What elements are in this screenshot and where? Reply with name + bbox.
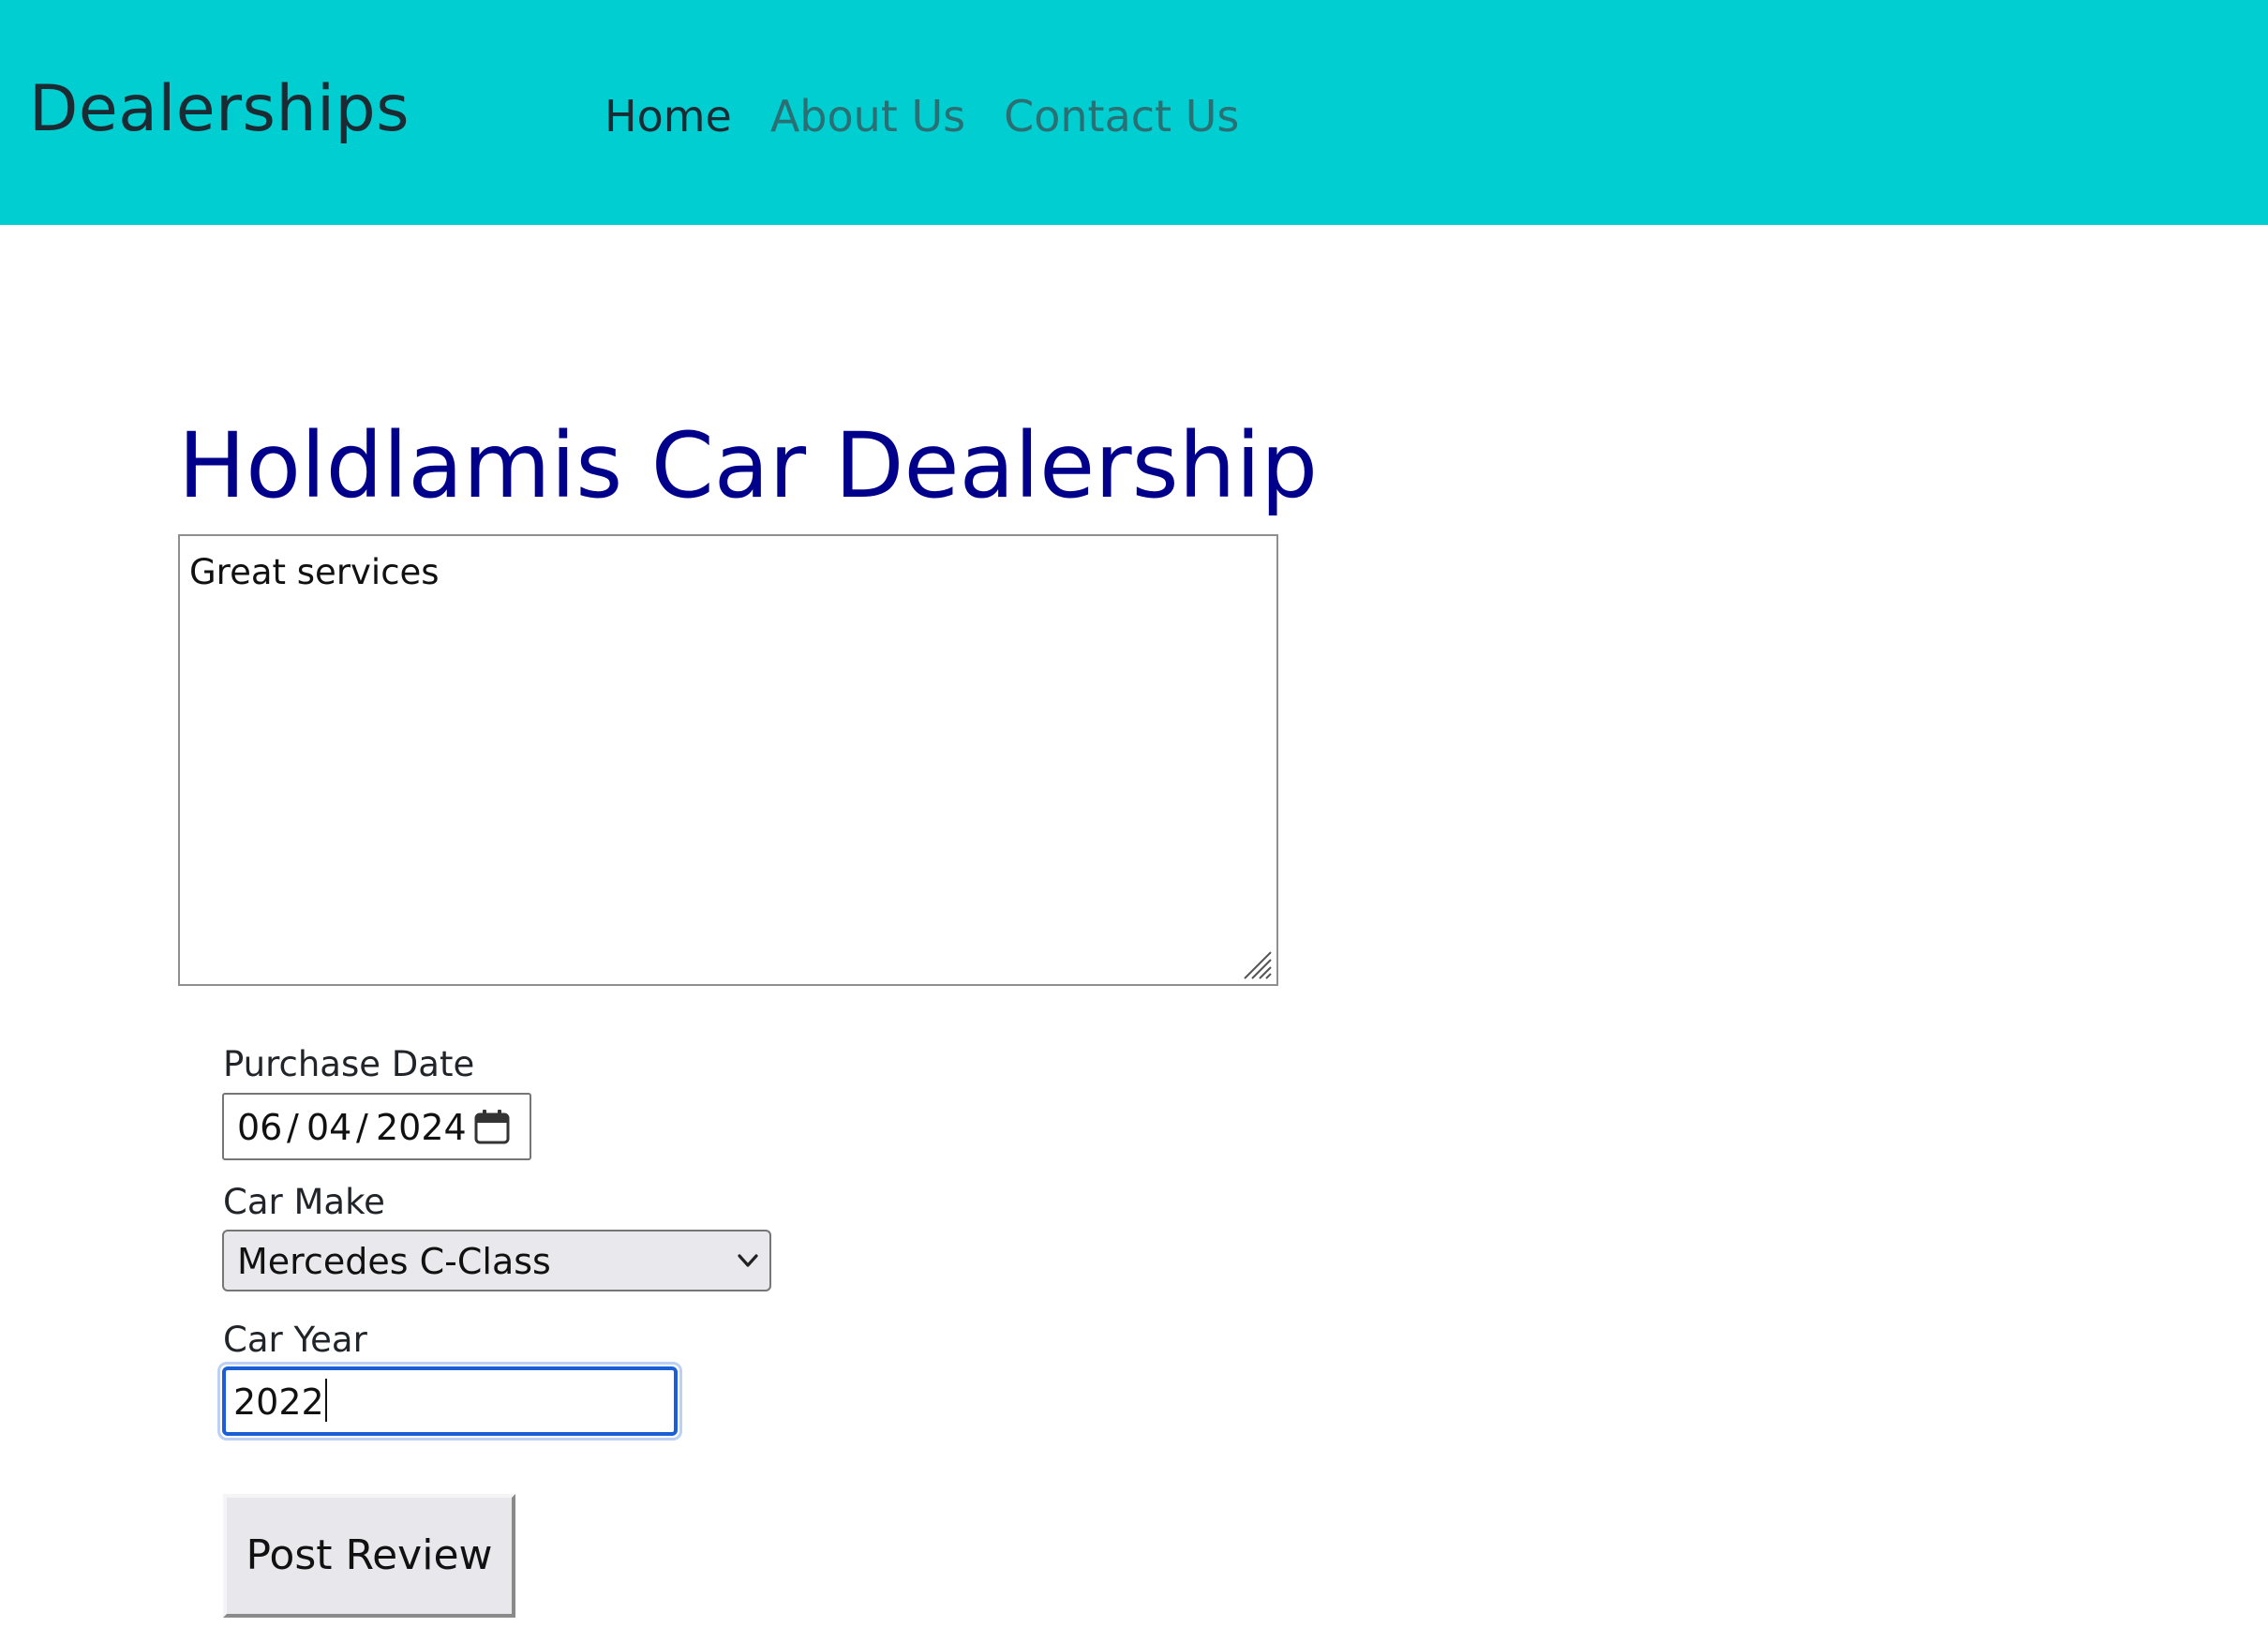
date-separator: /	[287, 1107, 299, 1148]
chevron-down-icon	[738, 1254, 758, 1267]
purchase-date-label: Purchase Date	[223, 1044, 475, 1084]
car-year-value: 2022	[233, 1379, 327, 1426]
post-review-button[interactable]: Post Review	[223, 1494, 515, 1618]
calendar-icon[interactable]	[473, 1108, 511, 1145]
review-text: Great services	[189, 552, 440, 592]
review-textarea[interactable]: Great services	[178, 534, 1278, 986]
date-separator: /	[356, 1107, 368, 1148]
car-year-input[interactable]: 2022	[222, 1366, 678, 1436]
car-make-select[interactable]: Mercedes C-Class	[222, 1230, 771, 1291]
resize-handle-icon[interactable]	[1241, 948, 1273, 980]
brand-logo-text[interactable]: Dealerships	[29, 66, 410, 154]
nav-links: Home About Us Contact Us	[604, 86, 1277, 146]
date-month-segment[interactable]: 06	[237, 1104, 282, 1151]
date-day-segment[interactable]: 04	[306, 1104, 351, 1151]
car-make-label: Car Make	[223, 1182, 385, 1222]
navbar: Dealerships Home About Us Contact Us	[0, 0, 2268, 225]
page-title: Holdlamis Car Dealership	[178, 413, 1319, 518]
car-year-label: Car Year	[223, 1320, 367, 1360]
car-year-focus-ring: 2022	[217, 1362, 682, 1440]
nav-link-about-us[interactable]: About Us	[770, 86, 965, 146]
text-caret	[324, 1379, 327, 1422]
nav-link-home[interactable]: Home	[604, 86, 732, 146]
nav-link-contact-us[interactable]: Contact Us	[1004, 86, 1239, 146]
car-make-selected-value: Mercedes C-Class	[237, 1241, 551, 1282]
date-year-segment[interactable]: 2024	[376, 1104, 467, 1151]
purchase-date-input[interactable]: 06 / 04 / 2024	[222, 1093, 531, 1160]
